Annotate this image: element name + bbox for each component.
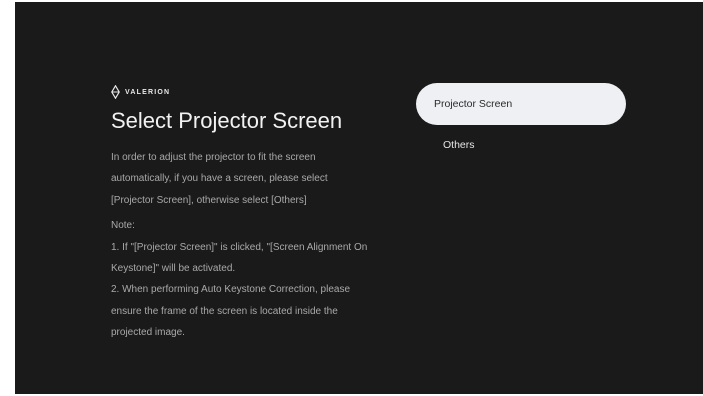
option-label: Projector Screen	[434, 98, 513, 110]
option-label: Others	[443, 139, 475, 151]
brand-logo-text: VALERION	[125, 88, 171, 96]
option-projector-screen[interactable]: Projector Screen	[416, 83, 626, 125]
valerion-diamond-icon	[111, 85, 120, 99]
note-label: Note:	[111, 220, 135, 232]
info-panel: VALERION Select Projector Screen In orde…	[111, 84, 371, 344]
instructions: In order to adjust the projector to fit …	[111, 147, 371, 344]
page-title: Select Projector Screen	[111, 108, 343, 133]
tv-screen: VALERION Select Projector Screen In orde…	[15, 2, 703, 394]
note-item-1: 1. If "[Projector Screen]" is clicked, "…	[111, 241, 368, 275]
brand-logo: VALERION	[111, 84, 371, 100]
note-item-2: 2. When performing Auto Keystone Correct…	[111, 284, 351, 339]
option-others[interactable]: Others	[416, 133, 626, 167]
description-text: In order to adjust the projector to fit …	[111, 152, 328, 206]
screen-options-list: Projector Screen Others	[416, 83, 626, 167]
